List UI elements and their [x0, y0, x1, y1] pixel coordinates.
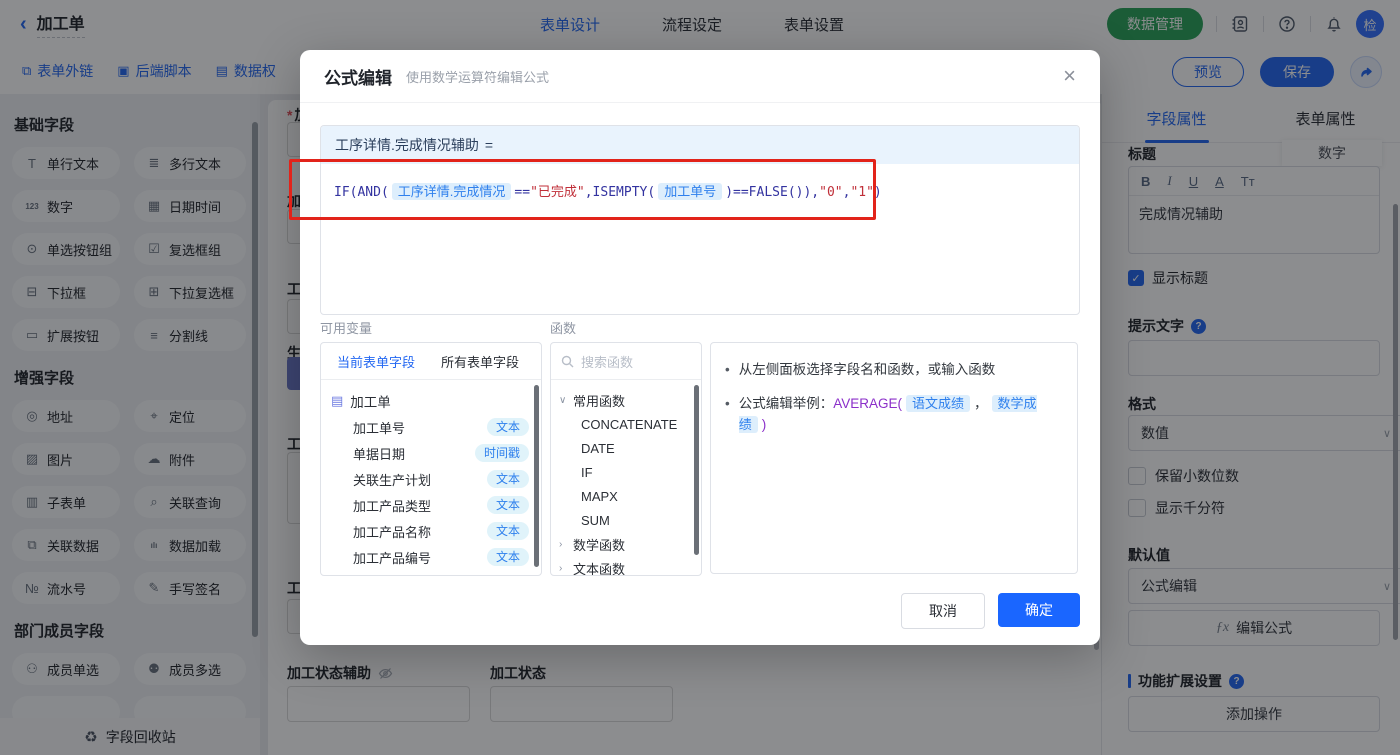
functions-scrollbar[interactable]: [694, 385, 699, 555]
variables-tabs: 当前表单字段 所有表单字段: [321, 343, 541, 380]
vars-field-row[interactable]: 加工单号 文本: [331, 414, 535, 440]
hint-line-2: • 公式编辑举例：AVERAGE(语文成绩，数学成绩): [725, 393, 1063, 435]
form-doc-icon: ▤: [331, 393, 344, 408]
fn-item-MAPX[interactable]: MAPX: [559, 484, 697, 508]
chevron-right-icon: ›: [559, 562, 563, 574]
vars-field-row[interactable]: 关联生产计划 文本: [331, 466, 535, 492]
vars-field-row[interactable]: 单据日期 时间戳: [331, 440, 535, 466]
fn-group-label: 文本函数: [573, 561, 626, 576]
vars-field-name: 加工产品编号: [353, 550, 432, 566]
fn-item-SUM[interactable]: SUM: [559, 508, 697, 532]
hint-panel: • 从左侧面板选择字段名和函数，或输入函数 • 公式编辑举例：AVERAGE( 语…: [710, 342, 1078, 574]
variables-label: 可用变量: [320, 321, 373, 336]
vars-field-row[interactable]: 加工产品名称 文本: [331, 518, 535, 544]
cancel-button[interactable]: 取消: [901, 593, 985, 629]
chevron-right-icon: ›: [559, 538, 563, 550]
formula-input-area[interactable]: IF(AND(工序详情.完成情况 ==​"已完成",ISEMPTY(加工单号)==…: [321, 164, 1079, 221]
vars-field-name: 加工产品名称: [353, 524, 432, 540]
chevron-down-icon: ∨: [559, 394, 567, 406]
vars-form-row[interactable]: ▤ 加工单: [331, 388, 535, 414]
vars-field-type-badge: 文本: [486, 522, 529, 540]
search-placeholder: 搜索函数: [581, 354, 634, 370]
variables-panel: 当前表单字段 所有表单字段 ▤ 加工单 加工单号 文本 单据日期 时间戳 关联生产计划 文本 加工…: [320, 342, 542, 576]
variables-tree: ▤ 加工单 加工单号 文本 单据日期 时间戳 关联生产计划 文本 加工产品类型 文本 加工产品名称文…: [321, 380, 541, 570]
fn-group-label: 常用函数: [573, 393, 626, 409]
vars-field-row[interactable]: 加工产品类型 文本: [331, 492, 535, 518]
hint-example: 公式编辑举例：AVERAGE(语文成绩，数学成绩): [738, 393, 1063, 435]
vars-field-name: 关联生产计划: [353, 472, 432, 488]
formula-token: ==​: [514, 185, 531, 200]
vars-field-type-badge: 时间戳: [474, 444, 529, 462]
hint-text: ): [761, 417, 767, 432]
vars-form-name: 加工单: [350, 395, 391, 410]
close-icon[interactable]: ×: [1063, 65, 1076, 87]
vars-field-type-badge: 文本: [486, 496, 529, 514]
formula-edit-modal: 公式编辑 使用数学运算符编辑公式 × 工序详情.完成情况辅助 = IF(AND(…: [300, 50, 1100, 645]
vars-field-type-badge: 文本: [486, 548, 529, 566]
fn-item-DATE[interactable]: DATE: [559, 436, 697, 460]
formula-target-row: 工序详情.完成情况辅助 =: [321, 126, 1079, 164]
formula-token: )==FALSE()),: [725, 185, 820, 200]
bullet-icon: •: [725, 362, 730, 377]
fn-group-数学函数[interactable]: › 数学函数: [559, 532, 697, 556]
formula-editor: 工序详情.完成情况辅助 = IF(AND(工序详情.完成情况 ==​"已完成",I…: [320, 125, 1080, 315]
vars-tab-0[interactable]: 当前表单字段: [337, 352, 415, 371]
formula-token: ): [873, 185, 882, 200]
variables-scrollbar[interactable]: [534, 385, 539, 567]
functions-tree: ∨ 常用函数 CONCATENATE DATE IF MAPX SUM › 数学函数 › 文本函数: [551, 380, 701, 576]
vars-field-name: 单据日期: [353, 446, 406, 462]
formula-token: ,ISEMPTY(: [584, 185, 656, 200]
hint-text: AVERAGE(: [833, 396, 902, 411]
function-search-box[interactable]: 搜索函数: [551, 343, 701, 380]
hint-line-1: • 从左侧面板选择字段名和函数，或输入函数: [725, 359, 1063, 380]
confirm-button[interactable]: 确定: [998, 593, 1080, 627]
vars-field-name: 加工产品类型: [353, 498, 432, 514]
search-icon: [561, 355, 574, 367]
equals-sign: =: [484, 137, 494, 153]
vars-field-type-badge: 文本: [486, 418, 529, 436]
fn-group-文本函数[interactable]: › 文本函数: [559, 556, 697, 576]
modal-subtitle: 使用数学运算符编辑公式: [406, 69, 550, 85]
modal-header: 公式编辑 使用数学运算符编辑公式 ×: [300, 50, 1100, 103]
vars-field-type-badge: 文本: [486, 470, 529, 488]
formula-target-field: 工序详情.完成情况辅助: [335, 137, 479, 153]
fn-group-label: 数学函数: [573, 537, 626, 553]
fn-item-IF[interactable]: IF: [559, 460, 697, 484]
field-chip: 语文成绩: [906, 395, 971, 412]
hint-text: ，: [974, 396, 988, 411]
hint-text: 从左侧面板选择字段名和函数，或输入函数: [738, 362, 996, 377]
functions-label: 函数: [550, 321, 577, 336]
formula-token: IF(AND(: [334, 185, 389, 200]
fn-item-CONCATENATE[interactable]: CONCATENATE: [559, 412, 697, 436]
field-chip[interactable]: 加工单号: [658, 183, 723, 200]
vars-field-name: 加工单号: [353, 420, 406, 436]
vars-tab-1[interactable]: 所有表单字段: [441, 352, 519, 371]
functions-panel: 搜索函数 ∨ 常用函数 CONCATENATE DATE IF MAPX SUM › 数学函数 ›…: [550, 342, 702, 576]
fn-group-常用函数[interactable]: ∨ 常用函数: [559, 388, 697, 412]
vars-field-row[interactable]: 加工产品编号 文本: [331, 544, 535, 570]
field-chip[interactable]: 工序详情.完成情况: [391, 183, 512, 200]
modal-title: 公式编辑: [324, 68, 392, 88]
formula-token: "1": [850, 185, 874, 200]
hint-text: 公式编辑举例：: [738, 396, 834, 411]
formula-token: "已完成": [530, 185, 585, 200]
formula-token: "0": [819, 185, 843, 200]
bullet-icon: •: [725, 396, 730, 411]
